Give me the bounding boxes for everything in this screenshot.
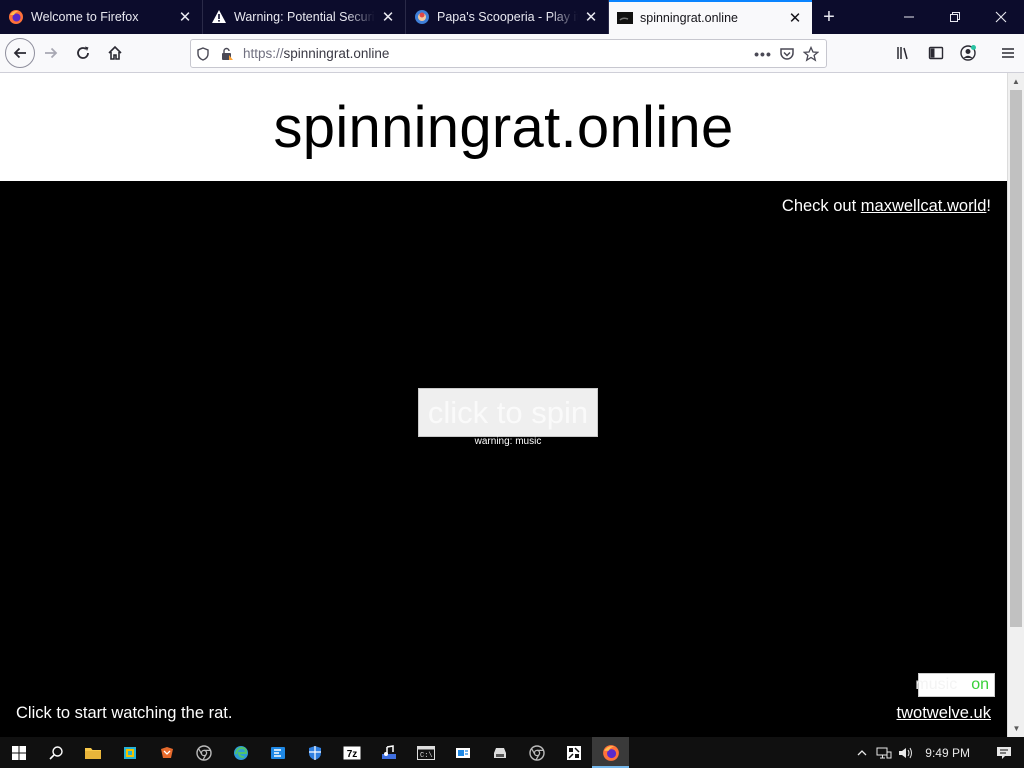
minimize-icon[interactable]: [886, 0, 932, 34]
click-to-spin-button[interactable]: click to spin: [418, 388, 598, 437]
search-icon[interactable]: [37, 737, 74, 768]
checkout-prefix: Check out: [781, 197, 861, 215]
nav-toolbar: https://spinningrat.online •••: [0, 34, 1024, 73]
home-icon: [108, 45, 122, 60]
checkout-line: Check out maxwellcat.world!: [782, 197, 991, 216]
account-icon[interactable]: [952, 37, 984, 69]
warning-icon: [211, 9, 227, 25]
firefox-icon[interactable]: [592, 737, 629, 768]
chevron-up-icon[interactable]: [851, 747, 873, 759]
network-icon[interactable]: [873, 746, 895, 760]
start-watching-text: Click to start watching the rat.: [16, 704, 233, 722]
tab-title: spinningrat.online: [640, 11, 738, 25]
close-tab-icon[interactable]: ✕: [582, 8, 600, 26]
edge-icon[interactable]: [222, 737, 259, 768]
home-button[interactable]: [99, 37, 131, 69]
toolbar-right-buttons: [888, 34, 1024, 72]
file-explorer-icon[interactable]: [74, 737, 111, 768]
volume-icon[interactable]: [895, 746, 917, 760]
taskbar: 7z C:\ 9:49 PM: [0, 737, 1024, 768]
library-icon[interactable]: [888, 37, 920, 69]
firefox-icon: [8, 9, 24, 25]
page-content: spinningrat.online Check out maxwellcat.…: [0, 73, 1007, 737]
svg-text:7z: 7z: [346, 749, 357, 760]
close-tab-icon[interactable]: ✕: [786, 9, 804, 27]
insecure-lock-icon[interactable]: [215, 42, 239, 66]
maxwellcat-link[interactable]: maxwellcat.world: [861, 197, 987, 215]
app-icon[interactable]: [111, 737, 148, 768]
chrome-icon[interactable]: [518, 737, 555, 768]
system-tray: 9:49 PM: [851, 737, 1024, 768]
site-header: spinningrat.online: [0, 73, 1007, 181]
music-toggle[interactable]: music on: [915, 673, 995, 697]
cmd-icon[interactable]: C:\: [407, 737, 444, 768]
scroll-up-arrow-icon[interactable]: ▲: [1008, 73, 1024, 90]
app-icon[interactable]: [481, 737, 518, 768]
clock[interactable]: 9:49 PM: [917, 746, 984, 760]
reload-icon: [77, 46, 89, 59]
svg-text:C:\: C:\: [420, 752, 433, 760]
scroll-down-arrow-icon[interactable]: ▼: [1008, 720, 1024, 737]
app-icon[interactable]: [259, 737, 296, 768]
app-icon[interactable]: [444, 737, 481, 768]
tab-title: Welcome to Firefox: [31, 10, 139, 24]
tracking-protection-shield-icon[interactable]: [191, 42, 215, 66]
rat-icon: [617, 10, 633, 26]
twotwelve-link[interactable]: twotwelve.uk: [897, 704, 991, 723]
tab-title: Papa's Scooperia - Play it Online: [437, 10, 578, 24]
close-window-icon[interactable]: [978, 0, 1024, 34]
checkout-suffix: !: [986, 197, 991, 215]
sidebar-icon[interactable]: [920, 37, 952, 69]
tab-strip: Welcome to Firefox ✕ Warning: Potential …: [0, 0, 1024, 34]
7zip-icon[interactable]: 7z: [333, 737, 370, 768]
tab-welcome-to-firefox[interactable]: Welcome to Firefox ✕: [0, 0, 203, 34]
forward-button[interactable]: [35, 37, 67, 69]
notification-icon[interactable]: [984, 746, 1024, 760]
security-icon[interactable]: [296, 737, 333, 768]
new-tab-button[interactable]: +: [812, 0, 846, 34]
app-icon[interactable]: [555, 737, 592, 768]
close-tab-icon[interactable]: ✕: [379, 8, 397, 26]
forward-arrow-icon: [45, 47, 58, 59]
chrome-icon[interactable]: [185, 737, 222, 768]
url-bar[interactable]: https://spinningrat.online •••: [190, 39, 827, 68]
close-tab-icon[interactable]: ✕: [176, 8, 194, 26]
game-icon: [414, 9, 430, 25]
tab-security-warning[interactable]: Warning: Potential Security Risk Ahead ✕: [203, 0, 406, 34]
url-text[interactable]: https://spinningrat.online: [239, 46, 751, 61]
music-toggle-state: on: [971, 676, 989, 693]
page-actions-icon[interactable]: •••: [751, 42, 775, 66]
site-title: spinningrat.online: [273, 94, 734, 160]
back-button[interactable]: [5, 38, 35, 68]
pocket-icon[interactable]: [775, 42, 799, 66]
reload-button[interactable]: [67, 37, 99, 69]
tab-papas-scooperia[interactable]: Papa's Scooperia - Play it Online ✕: [406, 0, 609, 34]
bookmark-star-icon[interactable]: [799, 42, 823, 66]
vertical-scrollbar[interactable]: ▲ ▼: [1007, 73, 1024, 737]
restore-icon[interactable]: [932, 0, 978, 34]
music-toggle-label: music: [915, 676, 958, 693]
music-icon[interactable]: [370, 737, 407, 768]
back-arrow-icon: [13, 47, 26, 59]
tab-spinningrat[interactable]: spinningrat.online ✕: [609, 0, 812, 34]
menu-icon[interactable]: [992, 37, 1024, 69]
app-icon[interactable]: [148, 737, 185, 768]
music-warning: warning: music: [474, 436, 542, 447]
start-icon[interactable]: [0, 737, 37, 768]
tab-title: Warning: Potential Security Risk Ahead: [234, 10, 375, 24]
scrollbar-thumb[interactable]: [1010, 90, 1022, 627]
